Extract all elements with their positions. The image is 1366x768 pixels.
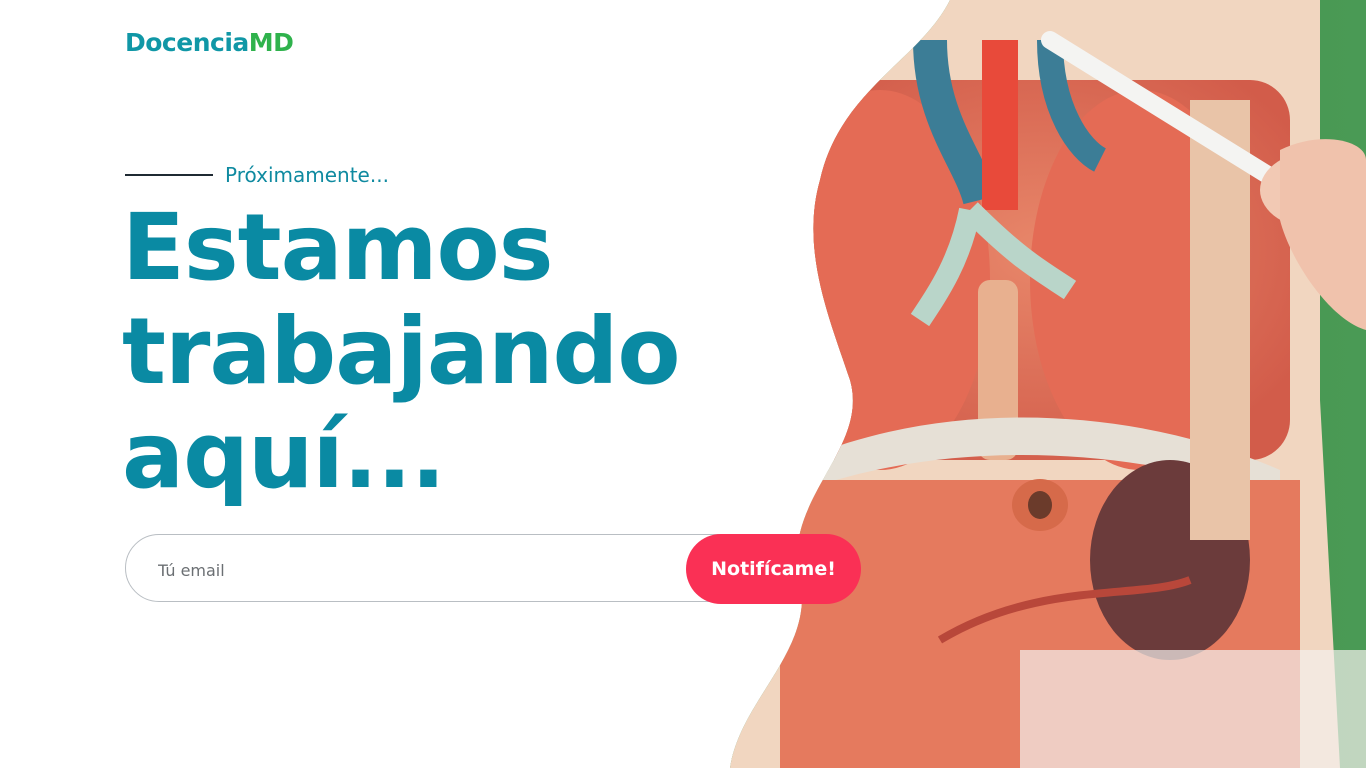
headline-line-2: trabajando [122,298,681,405]
page-headline: Estamos trabajando aquí... [122,194,681,509]
headline-line-3: aquí... [122,402,446,509]
notify-form: Notifícame! [125,534,861,605]
email-field-wrapper [125,534,765,605]
eyebrow: Próximamente... [125,163,389,187]
email-input[interactable] [156,535,720,605]
notify-button[interactable]: Notifícame! [686,534,861,604]
eyebrow-text: Próximamente... [225,163,389,187]
headline-line-1: Estamos [122,194,553,301]
eyebrow-divider [125,174,213,176]
brand-logo[interactable]: DocenciaMD [125,28,294,57]
hero-anatomy-image [720,0,1366,768]
brand-name-accent: MD [248,28,294,57]
brand-name: Docencia [125,28,249,57]
